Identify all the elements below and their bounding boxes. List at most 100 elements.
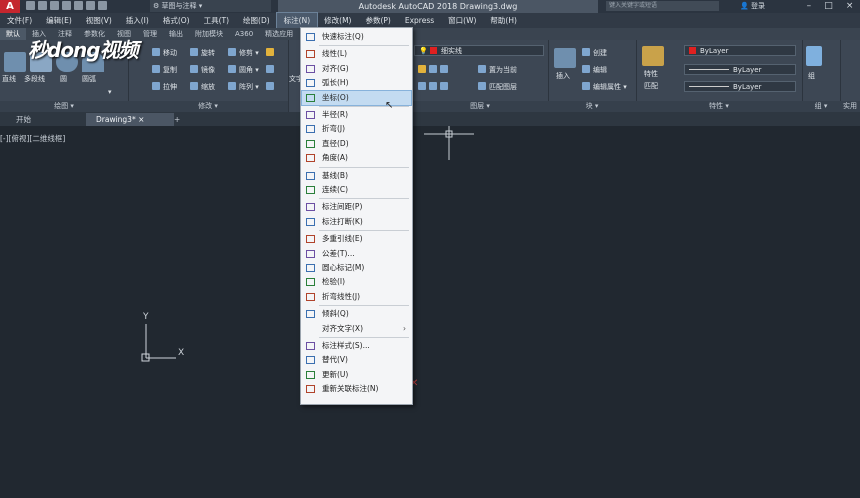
dim-menu-item[interactable]: 对齐(G) (302, 62, 411, 76)
dim-menu-item[interactable]: 公差(T)... (302, 247, 411, 261)
doc-tab-start[interactable]: 开始 (6, 113, 41, 126)
dim-menu-item[interactable]: 直径(D) (302, 137, 411, 151)
drawing-canvas[interactable]: ✕ Y X (0, 126, 860, 498)
panel-utilities-title[interactable]: 实用 (840, 101, 860, 112)
new-tab-button[interactable]: + (170, 113, 184, 126)
ribbon-tab-a360[interactable]: A360 (229, 28, 259, 40)
edit-block-tool[interactable]: 编辑 (582, 64, 607, 76)
panel-draw-title[interactable]: 绘图 ▾ (0, 101, 128, 112)
menu-help[interactable]: 帮助(H) (483, 13, 524, 28)
draw-more-icon[interactable]: ▾ (108, 86, 112, 98)
ribbon-tab-manage[interactable]: 管理 (137, 28, 163, 40)
dim-menu-item[interactable]: 替代(V) (302, 353, 411, 367)
menu-format[interactable]: 格式(O) (156, 13, 197, 28)
workspace-selector[interactable]: ⚙ 草图与注释 ▾ (150, 0, 271, 12)
print-icon[interactable] (74, 1, 83, 10)
save-as-icon[interactable] (62, 1, 71, 10)
close-icon[interactable]: × (846, 0, 854, 13)
layer-off-icon[interactable] (429, 82, 437, 90)
dim-menu-item[interactable]: 标注打断(K) (302, 215, 411, 229)
save-icon[interactable] (50, 1, 59, 10)
ribbon-tab-output[interactable]: 输出 (163, 28, 189, 40)
menu-express[interactable]: Express (398, 13, 441, 28)
line-tool-label[interactable]: 直线 (2, 73, 16, 85)
menu-dimension[interactable]: 标注(N) (275, 12, 319, 29)
open-file-icon[interactable] (38, 1, 47, 10)
dim-menu-item[interactable]: 线性(L) (302, 47, 411, 61)
copy-tool[interactable]: 复制 (152, 64, 177, 76)
edit-attributes-tool[interactable]: 编辑属性 ▾ (582, 81, 627, 93)
polyline-tool-label[interactable]: 多段线 (24, 73, 45, 85)
layer-combo[interactable]: 💡 细实线 (414, 45, 544, 56)
layer-lock-icon[interactable] (429, 65, 437, 73)
close-tab-icon[interactable]: × (138, 115, 144, 124)
panel-layer-title[interactable]: 图层 ▾ (412, 101, 548, 112)
minimize-icon[interactable]: – (807, 0, 812, 13)
create-block-tool[interactable]: 创建 (582, 47, 607, 59)
ribbon-tab-addins[interactable]: 附加模块 (189, 28, 229, 40)
match-properties-label[interactable]: 匹配 (644, 80, 658, 92)
menu-parametric[interactable]: 参数(P) (358, 13, 397, 28)
stretch-tool[interactable]: 拉伸 (152, 81, 177, 93)
dim-menu-item[interactable]: 折弯线性(J) (302, 290, 411, 304)
panel-group-title[interactable]: 组 ▾ (802, 101, 840, 112)
menu-draw[interactable]: 绘图(D) (236, 13, 277, 28)
dim-menu-item[interactable]: 角度(A) (302, 151, 411, 165)
viewport-controls-label[interactable]: [-][俯视][二维线框] (0, 133, 65, 144)
dim-menu-item[interactable]: 坐标(O) (301, 89, 412, 106)
menu-window[interactable]: 窗口(W) (441, 13, 483, 28)
dim-menu-item[interactable]: 弧长(H) (302, 76, 411, 90)
dim-menu-item[interactable]: 检验(I) (302, 275, 411, 289)
autocad-logo-icon[interactable]: A (0, 0, 20, 13)
properties-icon[interactable] (642, 46, 664, 66)
offset-tool[interactable] (266, 81, 277, 93)
panel-properties-title[interactable]: 特性 ▾ (636, 101, 802, 112)
group-tool-label[interactable]: 组 (808, 70, 815, 82)
properties-label[interactable]: 特性 (644, 68, 658, 80)
set-current-tool[interactable]: 置为当前 (478, 64, 517, 76)
dim-menu-item[interactable]: 标注样式(S)... (302, 339, 411, 353)
layer-on-icon[interactable] (440, 82, 448, 90)
match-layer-tool[interactable]: 匹配图层 (478, 81, 517, 93)
layer-isolate-icon[interactable] (440, 65, 448, 73)
insert-block-label[interactable]: 插入 (556, 70, 570, 82)
dim-menu-item[interactable]: 圆心标记(M) (302, 261, 411, 275)
layer-freeze-icon[interactable] (418, 65, 426, 73)
menu-view[interactable]: 视图(V) (79, 13, 119, 28)
dim-menu-item[interactable]: 连续(C) (302, 183, 411, 197)
lineweight-combo[interactable]: ByLayer (684, 64, 796, 75)
dim-menu-item[interactable]: 基线(B) (302, 169, 411, 183)
layer-walk-icon[interactable] (418, 82, 426, 90)
trim-tool[interactable]: 修剪 ▾ (228, 47, 259, 59)
move-tool[interactable]: 移动 (152, 47, 177, 59)
login-button[interactable]: 👤 登录 (740, 0, 765, 13)
dim-menu-item[interactable]: 标注间距(P) (302, 200, 411, 214)
scale-tool[interactable]: 缩放 (190, 81, 215, 93)
menu-file[interactable]: 文件(F) (0, 13, 39, 28)
doc-tab-drawing3[interactable]: Drawing3* × (86, 113, 174, 126)
menu-tools[interactable]: 工具(T) (197, 13, 236, 28)
circle-tool-label[interactable]: 圆 (60, 73, 67, 85)
rotate-tool[interactable]: 旋转 (190, 47, 215, 59)
ribbon-tab-featured[interactable]: 精选应用 (259, 28, 299, 40)
undo-icon[interactable] (86, 1, 95, 10)
search-input[interactable]: 键入关键字或短语 (606, 1, 719, 11)
dim-menu-item[interactable]: 重新关联标注(N) (302, 382, 411, 396)
fillet-tool[interactable]: 圆角 ▾ (228, 64, 259, 76)
erase-tool[interactable] (266, 47, 277, 59)
panel-block-title[interactable]: 块 ▾ (548, 101, 636, 112)
new-file-icon[interactable] (26, 1, 35, 10)
menu-edit[interactable]: 编辑(E) (39, 13, 79, 28)
dim-menu-item[interactable]: 对齐文字(X) › (302, 322, 411, 336)
dim-menu-item[interactable]: 折弯(J) (302, 122, 411, 136)
dim-menu-item[interactable]: 半径(R) (302, 108, 411, 122)
redo-icon[interactable] (98, 1, 107, 10)
panel-modify-title[interactable]: 修改 ▾ (128, 101, 288, 112)
linetype-combo[interactable]: ByLayer (684, 81, 796, 92)
mirror-tool[interactable]: 镜像 (190, 64, 215, 76)
dim-menu-item[interactable]: 更新(U) (302, 368, 411, 382)
group-icon[interactable] (806, 46, 822, 66)
maximize-icon[interactable]: □ (824, 0, 833, 13)
dim-menu-item[interactable]: 快速标注(Q) (302, 30, 411, 44)
color-combo[interactable]: ByLayer (684, 45, 796, 56)
